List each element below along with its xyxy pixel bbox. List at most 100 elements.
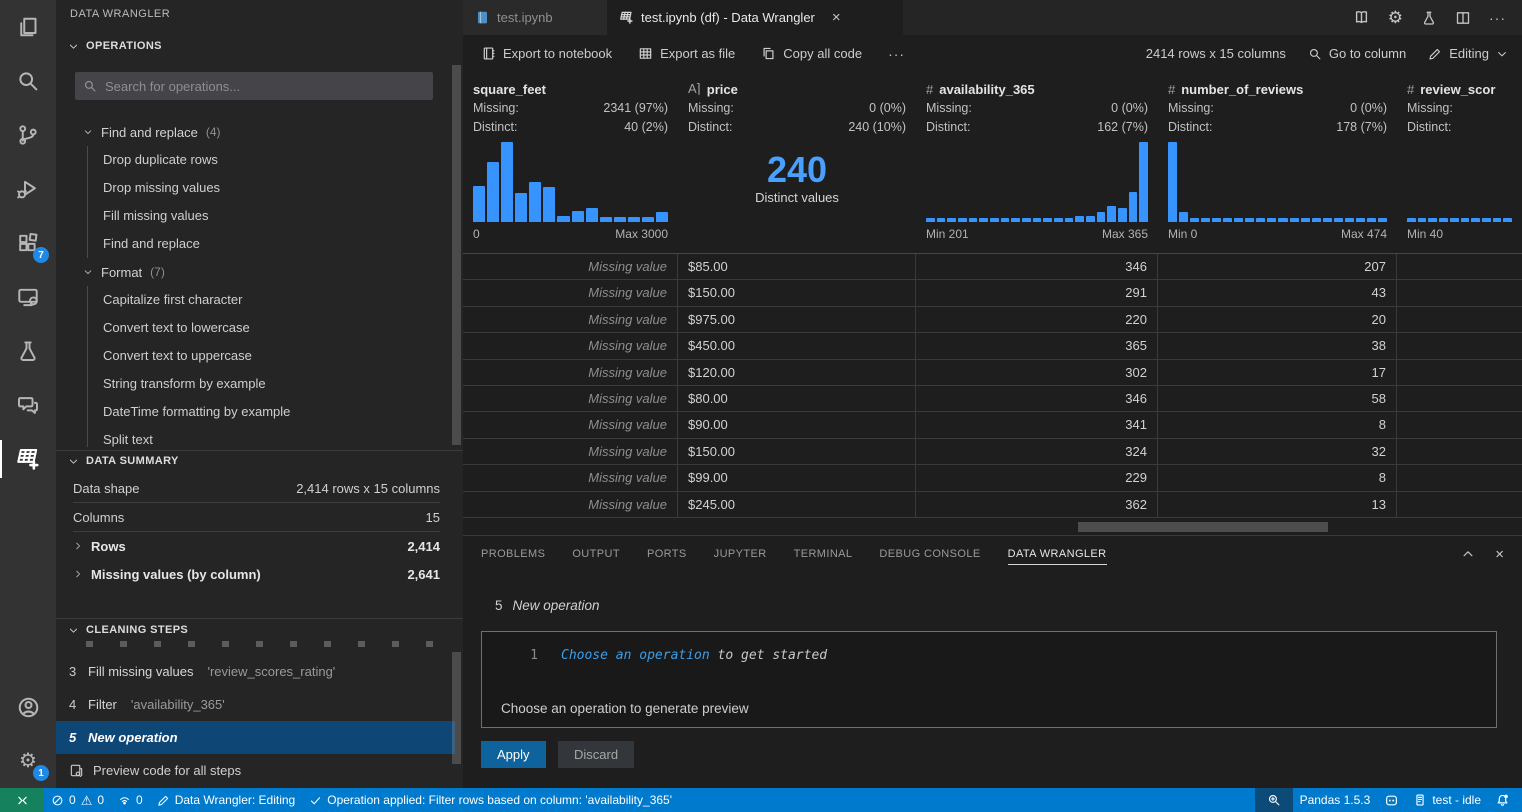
horizontal-scrollbar[interactable] bbox=[1078, 522, 1328, 532]
table-cell[interactable]: $150.00 bbox=[678, 280, 916, 305]
export-to-notebook-button[interactable]: Export to notebook bbox=[481, 46, 612, 61]
table-cell[interactable]: 341 bbox=[916, 412, 1158, 437]
export-as-file-button[interactable]: Export as file bbox=[638, 46, 735, 61]
operation-item[interactable]: DateTime formatting by example bbox=[88, 398, 463, 426]
panel-tab-data-wrangler[interactable]: DATA WRANGLER bbox=[1008, 544, 1107, 565]
data-wrangler-mode-status[interactable]: Data Wrangler: Editing bbox=[150, 788, 303, 812]
data-summary-section-header[interactable]: DATA SUMMARY bbox=[68, 455, 179, 467]
cleaning-step-3[interactable]: 3Fill missing values'review_scores_ratin… bbox=[56, 655, 455, 688]
column-header-price[interactable]: A⌉priceMissing:0 (0%)Distinct:240 (10%)2… bbox=[678, 72, 916, 253]
table-cell[interactable]: 207 bbox=[1158, 254, 1397, 279]
table-cell[interactable]: 32 bbox=[1158, 439, 1397, 464]
table-cell[interactable] bbox=[1397, 360, 1522, 385]
remote-explorer-icon[interactable] bbox=[0, 270, 56, 324]
table-cell[interactable]: 365 bbox=[916, 333, 1158, 358]
panel-tab-terminal[interactable]: TERMINAL bbox=[794, 544, 853, 564]
table-cell[interactable]: $120.00 bbox=[678, 360, 916, 385]
table-cell[interactable]: 13 bbox=[1158, 492, 1397, 517]
gear-icon[interactable]: ⚙ bbox=[1388, 9, 1403, 26]
tab-test-ipynb[interactable]: test.ipynb bbox=[463, 0, 607, 35]
notifications-bell[interactable] bbox=[1488, 788, 1522, 812]
operation-item[interactable]: Drop duplicate rows bbox=[88, 146, 463, 174]
table-cell[interactable] bbox=[1397, 307, 1522, 332]
operation-item[interactable]: Drop missing values bbox=[88, 174, 463, 202]
table-cell[interactable]: $85.00 bbox=[678, 254, 916, 279]
run-and-debug-icon[interactable] bbox=[0, 162, 56, 216]
table-cell[interactable]: Missing value bbox=[463, 360, 678, 385]
copy-all-code-button[interactable]: Copy all code bbox=[761, 46, 862, 61]
table-cell[interactable]: 229 bbox=[916, 465, 1158, 490]
table-cell[interactable] bbox=[1397, 254, 1522, 279]
operation-group-0[interactable]: Find and replace(4) bbox=[56, 118, 463, 146]
tab-data-wrangler[interactable]: test.ipynb (df) - Data Wrangler × bbox=[607, 0, 903, 35]
table-cell[interactable] bbox=[1397, 439, 1522, 464]
search-icon[interactable] bbox=[0, 54, 56, 108]
table-cell[interactable]: Missing value bbox=[463, 280, 678, 305]
panel-tab-output[interactable]: OUTPUT bbox=[572, 544, 620, 564]
table-cell[interactable] bbox=[1397, 412, 1522, 437]
table-cell[interactable]: 43 bbox=[1158, 280, 1397, 305]
cleaning-step-4[interactable]: 4Filter'availability_365' bbox=[56, 688, 455, 721]
table-cell[interactable]: Missing value bbox=[463, 333, 678, 358]
testing-icon[interactable] bbox=[0, 324, 56, 378]
close-panel-icon[interactable]: × bbox=[1495, 546, 1504, 563]
table-cell[interactable] bbox=[1397, 386, 1522, 411]
operations-search-input[interactable] bbox=[75, 72, 433, 100]
table-cell[interactable]: $245.00 bbox=[678, 492, 916, 517]
rows-expandable-row[interactable]: Rows 2,414 bbox=[73, 532, 440, 560]
operation-item[interactable]: Convert text to lowercase bbox=[88, 314, 463, 342]
account-icon[interactable] bbox=[0, 680, 56, 734]
operation-code-editor[interactable]: 1 Choose an operation to get started Cho… bbox=[481, 631, 1497, 728]
operation-item[interactable]: Capitalize first character bbox=[88, 286, 463, 314]
table-cell[interactable]: Missing value bbox=[463, 439, 678, 464]
table-cell[interactable]: $975.00 bbox=[678, 307, 916, 332]
table-cell[interactable]: 8 bbox=[1158, 465, 1397, 490]
table-cell[interactable]: $150.00 bbox=[678, 439, 916, 464]
table-cell[interactable]: 302 bbox=[916, 360, 1158, 385]
cleaning-step-5[interactable]: 5New operation bbox=[56, 721, 455, 754]
apply-button[interactable]: Apply bbox=[481, 741, 546, 768]
cleaning-steps-scrollbar[interactable] bbox=[452, 652, 461, 764]
explorer-icon[interactable] bbox=[0, 0, 56, 54]
panel-tab-jupyter[interactable]: JUPYTER bbox=[714, 544, 767, 564]
table-cell[interactable]: 58 bbox=[1158, 386, 1397, 411]
remote-indicator[interactable] bbox=[0, 788, 44, 812]
flask-icon[interactable] bbox=[1421, 10, 1437, 26]
more-actions-icon[interactable]: ··· bbox=[1489, 10, 1506, 26]
go-to-column-button[interactable]: Go to column bbox=[1308, 46, 1406, 61]
operation-item[interactable]: Split text bbox=[88, 426, 463, 447]
settings-gear-icon[interactable]: ⚙ 1 bbox=[0, 734, 56, 788]
table-cell[interactable]: 8 bbox=[1158, 412, 1397, 437]
operation-item[interactable]: String transform by example bbox=[88, 370, 463, 398]
column-header-square_feet[interactable]: square_feetMissing:2341 (97%)Distinct:40… bbox=[463, 72, 678, 253]
table-cell[interactable]: Missing value bbox=[463, 386, 678, 411]
discard-button[interactable]: Discard bbox=[558, 741, 634, 768]
kernel-picker-icon[interactable] bbox=[1377, 788, 1406, 812]
editing-mode-selector[interactable]: Editing bbox=[1428, 46, 1508, 61]
maximize-panel-icon[interactable] bbox=[1461, 547, 1475, 561]
panel-tab-problems[interactable]: PROBLEMS bbox=[481, 544, 545, 564]
column-header-review_scor[interactable]: #review_scorMissing:Distinct:Min 40 bbox=[1397, 72, 1522, 253]
close-icon[interactable]: × bbox=[832, 10, 841, 25]
table-cell[interactable]: 324 bbox=[916, 439, 1158, 464]
table-cell[interactable]: 20 bbox=[1158, 307, 1397, 332]
pandas-version-status[interactable]: Pandas 1.5.3 bbox=[1293, 788, 1378, 812]
panel-tab-debug-console[interactable]: DEBUG CONSOLE bbox=[879, 544, 980, 564]
data-wrangler-icon[interactable] bbox=[0, 432, 56, 486]
operation-group-1[interactable]: Format(7) bbox=[56, 258, 463, 286]
column-header-number_of_reviews[interactable]: #number_of_reviewsMissing:0 (0%)Distinct… bbox=[1158, 72, 1397, 253]
operation-item[interactable]: Find and replace bbox=[88, 230, 463, 258]
table-cell[interactable]: $90.00 bbox=[678, 412, 916, 437]
table-cell[interactable]: $99.00 bbox=[678, 465, 916, 490]
column-header-availability_365[interactable]: #availability_365Missing:0 (0%)Distinct:… bbox=[916, 72, 1158, 253]
table-cell[interactable]: 220 bbox=[916, 307, 1158, 332]
table-cell[interactable] bbox=[1397, 465, 1522, 490]
open-preview-icon[interactable] bbox=[1353, 9, 1370, 26]
operation-item[interactable]: Convert text to uppercase bbox=[88, 342, 463, 370]
extensions-icon[interactable]: 7 bbox=[0, 216, 56, 270]
comments-icon[interactable] bbox=[0, 378, 56, 432]
table-cell[interactable] bbox=[1397, 492, 1522, 517]
table-cell[interactable]: 38 bbox=[1158, 333, 1397, 358]
sidebar-scrollbar[interactable] bbox=[452, 65, 461, 445]
table-cell[interactable]: Missing value bbox=[463, 492, 678, 517]
